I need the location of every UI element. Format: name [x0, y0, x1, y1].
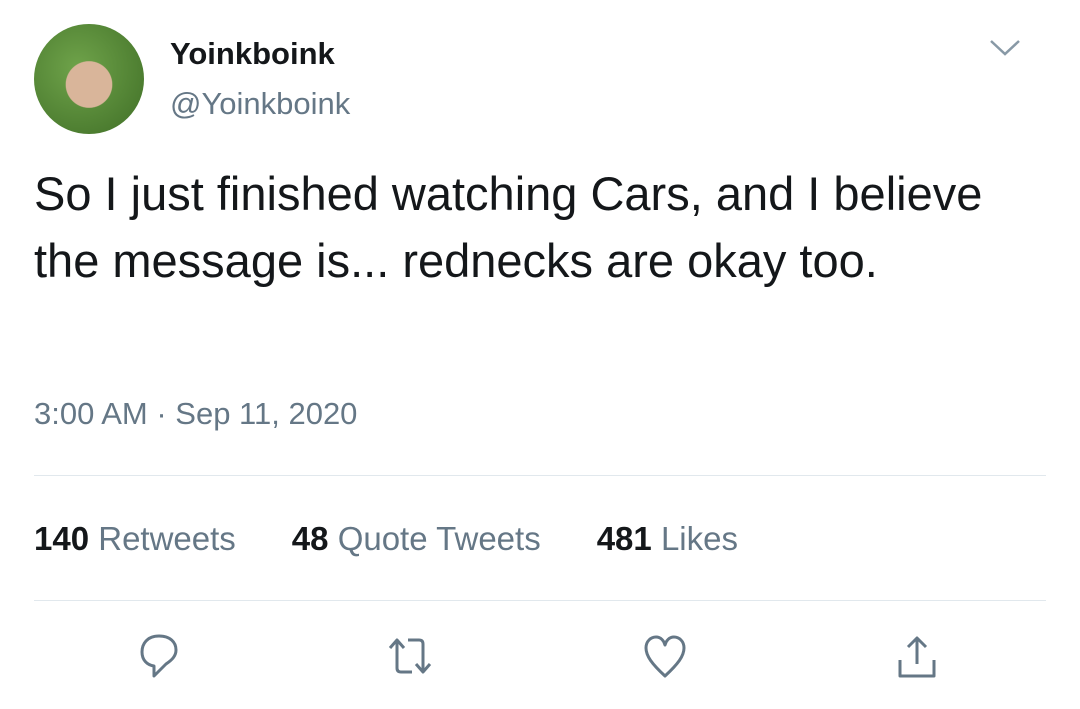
- divider: [34, 475, 1046, 476]
- avatar[interactable]: [34, 24, 144, 134]
- like-icon[interactable]: [640, 632, 690, 680]
- retweet-icon[interactable]: [380, 632, 440, 680]
- divider: [34, 600, 1046, 601]
- reply-icon[interactable]: [134, 632, 184, 680]
- chevron-down-icon[interactable]: [988, 38, 1022, 58]
- tweet-stats: 140 Retweets 48 Quote Tweets 481 Likes: [34, 520, 738, 558]
- tweet-timestamp[interactable]: 3:00 AM · Sep 11, 2020: [34, 396, 357, 432]
- share-icon[interactable]: [892, 632, 942, 682]
- likes-stat[interactable]: 481 Likes: [597, 520, 738, 558]
- tweet-text: So I just finished watching Cars, and I …: [34, 167, 983, 287]
- display-name[interactable]: Yoinkboink: [170, 36, 335, 72]
- user-handle[interactable]: @Yoinkboink: [170, 86, 350, 122]
- quote-tweets-stat[interactable]: 48 Quote Tweets: [292, 520, 541, 558]
- retweets-stat[interactable]: 140 Retweets: [34, 520, 236, 558]
